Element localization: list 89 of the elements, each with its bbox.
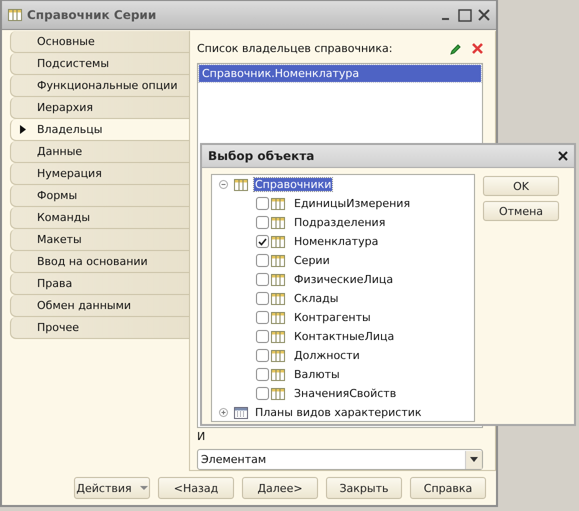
tab[interactable]: Основные bbox=[10, 31, 189, 53]
checkbox[interactable] bbox=[256, 368, 269, 381]
delete-icon[interactable] bbox=[472, 43, 483, 54]
table-icon bbox=[8, 9, 22, 21]
tree-item[interactable]: ФизическиеЛица bbox=[293, 273, 394, 286]
tab[interactable]: Обмен данными bbox=[10, 295, 189, 317]
table-icon bbox=[271, 312, 285, 324]
grid-icon bbox=[234, 406, 248, 418]
tab-label: Владельцы bbox=[37, 123, 102, 136]
tree-item[interactable]: Справочники bbox=[254, 178, 332, 191]
checkbox[interactable] bbox=[256, 197, 269, 210]
checkbox[interactable] bbox=[256, 292, 269, 305]
table-icon bbox=[271, 388, 285, 400]
table-icon bbox=[271, 254, 285, 266]
field-label: И bbox=[197, 430, 206, 443]
tab-label: Формы bbox=[37, 189, 78, 202]
checkbox[interactable] bbox=[256, 311, 269, 324]
dialog-button[interactable]: <Назад bbox=[158, 477, 234, 499]
close-icon[interactable] bbox=[478, 9, 490, 21]
table-icon bbox=[271, 330, 285, 342]
dialog-title: Выбор объекта bbox=[208, 149, 316, 163]
tree-item[interactable]: Валюты bbox=[293, 368, 341, 381]
tab-label: Прочее bbox=[37, 321, 80, 334]
checkbox[interactable] bbox=[256, 254, 269, 267]
list-item[interactable]: Справочник.Номенклатура bbox=[199, 65, 481, 82]
tree-item[interactable]: Серии bbox=[293, 254, 331, 267]
tab[interactable]: Команды bbox=[10, 207, 189, 229]
tab-label: Основные bbox=[37, 35, 95, 48]
tree-item[interactable]: Склады bbox=[293, 292, 340, 305]
maximize-icon[interactable] bbox=[458, 8, 472, 22]
checkbox[interactable] bbox=[256, 216, 269, 229]
tree-item[interactable]: КонтактныеЛица bbox=[293, 330, 396, 343]
checkbox[interactable] bbox=[256, 349, 269, 362]
checkbox[interactable] bbox=[256, 273, 269, 286]
usage-dropdown[interactable]: Элементам bbox=[197, 449, 483, 470]
tab-label: Обмен данными bbox=[37, 299, 132, 312]
tab-label: Ввод на основании bbox=[37, 255, 148, 268]
dialog-button[interactable]: OK bbox=[483, 176, 559, 196]
table-icon bbox=[271, 292, 285, 304]
tree-item[interactable]: Контрагенты bbox=[293, 311, 372, 324]
tab[interactable]: Права bbox=[10, 273, 189, 295]
table-icon bbox=[271, 236, 285, 248]
list-label: Список владельцев справочника: bbox=[197, 42, 394, 56]
close-icon[interactable] bbox=[558, 151, 568, 161]
pointer-icon bbox=[20, 125, 26, 134]
tab[interactable]: Владельцы bbox=[10, 119, 189, 141]
tree-item[interactable]: ЕдиницыИзмерения bbox=[293, 197, 412, 210]
checkbox[interactable] bbox=[256, 235, 269, 248]
tab[interactable]: Нумерация bbox=[10, 163, 189, 185]
dialog-button[interactable]: Закрыть bbox=[326, 477, 402, 499]
table-icon bbox=[271, 198, 285, 210]
tab[interactable]: Иерархия bbox=[10, 97, 189, 119]
tab-label: Подсистемы bbox=[37, 57, 110, 70]
table-icon bbox=[271, 368, 285, 380]
collapse-icon[interactable] bbox=[219, 180, 228, 189]
actions-button[interactable]: Действия bbox=[74, 477, 150, 499]
dialog-button[interactable]: Отмена bbox=[483, 201, 559, 221]
table-icon bbox=[271, 350, 285, 362]
tab[interactable]: Макеты bbox=[10, 229, 189, 251]
tab[interactable]: Подсистемы bbox=[10, 53, 189, 75]
dialog-button[interactable]: Далее> bbox=[242, 477, 318, 499]
tree-item[interactable]: Номенклатура bbox=[293, 235, 380, 248]
tree-item[interactable]: Подразделения bbox=[293, 216, 386, 229]
tab[interactable]: Данные bbox=[10, 141, 189, 163]
window-title: Справочник Серии bbox=[27, 8, 158, 22]
tab-label: Данные bbox=[37, 145, 82, 158]
tab-label: Макеты bbox=[37, 233, 82, 246]
checkbox[interactable] bbox=[256, 330, 269, 343]
tab[interactable]: Функциональные опции bbox=[10, 75, 189, 97]
tab-label: Функциональные опции bbox=[37, 79, 178, 92]
dropdown-arrow-icon[interactable] bbox=[470, 457, 478, 462]
tab-label: Команды bbox=[37, 211, 90, 224]
tab-label: Права bbox=[37, 277, 72, 290]
tab-label: Нумерация bbox=[37, 167, 102, 180]
dialog-button[interactable]: Справка bbox=[410, 477, 486, 499]
tree-item[interactable]: ЗначенияСвойств bbox=[293, 387, 398, 400]
tab-label: Иерархия bbox=[37, 101, 93, 114]
dropdown-arrow-icon bbox=[140, 486, 148, 490]
checkbox[interactable] bbox=[256, 387, 269, 400]
tree-item[interactable]: Должности bbox=[293, 349, 361, 362]
tab[interactable]: Ввод на основании bbox=[10, 251, 189, 273]
table-icon bbox=[271, 216, 285, 228]
pencil-icon[interactable] bbox=[450, 42, 462, 55]
expand-icon[interactable] bbox=[219, 408, 228, 417]
table-icon bbox=[271, 274, 285, 286]
tab[interactable]: Формы bbox=[10, 185, 189, 207]
tab[interactable]: Прочее bbox=[10, 317, 189, 339]
tree-item[interactable]: Планы видов характеристик bbox=[254, 406, 423, 419]
table-icon bbox=[234, 178, 248, 190]
